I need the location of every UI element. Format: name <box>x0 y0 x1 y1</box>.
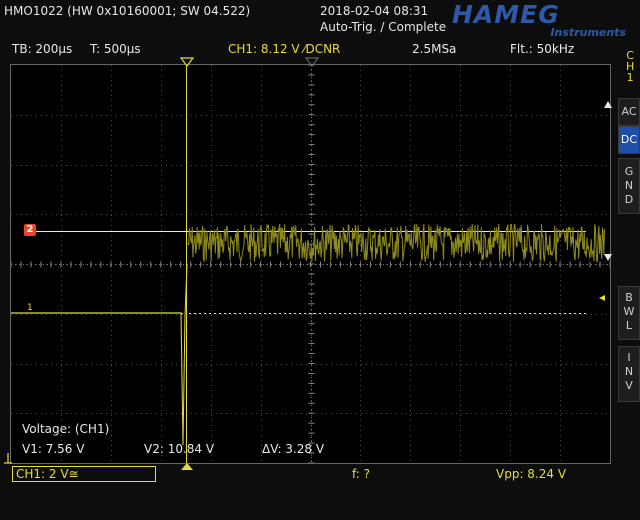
ac-coupling-button[interactable]: AC <box>618 98 640 126</box>
inv-letter-i: I <box>627 351 631 364</box>
device-info: HMO1022 (HW 0x10160001; SW 04.522) <box>4 4 251 18</box>
invert-button[interactable]: I N V <box>618 346 640 402</box>
vpp-readout: Vpp: 8.24 V <box>496 467 567 481</box>
readout-v2: V2: 10.84 V <box>144 442 215 456</box>
trigger-status: Auto-Trig. / Complete <box>320 20 447 34</box>
ch-letter-1: 1 <box>626 71 634 84</box>
pre-trigger-trace <box>11 312 184 315</box>
scroll-up-arrow-icon[interactable] <box>603 100 613 110</box>
channel-setting[interactable]: CH1: 8.12 V ⁄DCNR <box>228 42 340 56</box>
readout-title: Voltage: (CH1) <box>22 422 110 436</box>
logo-sub: Instruments <box>550 26 626 39</box>
scroll-down-arrow-icon[interactable] <box>603 252 613 262</box>
readout-v1: V1: 7.56 V <box>22 442 85 456</box>
hameg-logo: HAMEG Instruments <box>452 0 630 39</box>
gnd-letter-g: G <box>624 165 634 178</box>
bwl-letter-w: W <box>623 305 635 318</box>
bwl-letter-b: B <box>625 291 633 304</box>
timebase[interactable]: TB: 200µs <box>12 42 72 56</box>
cursor-2-marker[interactable]: 2 <box>24 224 36 236</box>
center-marker <box>305 57 319 67</box>
ch1-offset-marker[interactable]: 1 <box>27 303 33 313</box>
gnd-letter-n: N <box>624 179 634 192</box>
gnd-letter-d: D <box>624 193 634 206</box>
logo-word: HAMEG <box>452 0 560 29</box>
ground-arrow-icon <box>4 453 12 464</box>
trigger-position-marker[interactable] <box>180 56 194 68</box>
noise-band-trace <box>187 223 605 263</box>
filter-setting[interactable]: Flt.: 50kHz <box>510 42 574 56</box>
frequency-readout: f: ? <box>352 467 371 481</box>
scope-screen[interactable] <box>10 64 611 464</box>
trigger-time[interactable]: T: 500µs <box>90 42 141 56</box>
ch1-menu-label: C H 1 <box>626 50 634 83</box>
ch1-scale-box[interactable]: CH1: 2 V≅ <box>12 466 156 482</box>
trigger-bottom-marker <box>181 463 193 470</box>
dc-coupling-button[interactable]: DC <box>618 126 640 154</box>
gnd-coupling-button[interactable]: G N D <box>618 158 640 214</box>
datetime: 2018-02-04 08:31 <box>320 4 429 18</box>
readout-dv: ΔV: 3.28 V <box>262 442 325 456</box>
trigger-level-marker <box>599 295 605 301</box>
graticule-grid <box>10 64 611 464</box>
bwl-button[interactable]: B W L <box>618 286 640 340</box>
waveform-display <box>10 64 611 464</box>
sample-rate: 2.5MSa <box>412 42 457 56</box>
inv-letter-n: N <box>624 365 634 378</box>
bwl-letter-l: L <box>625 319 633 332</box>
inv-letter-v: V <box>625 379 633 392</box>
